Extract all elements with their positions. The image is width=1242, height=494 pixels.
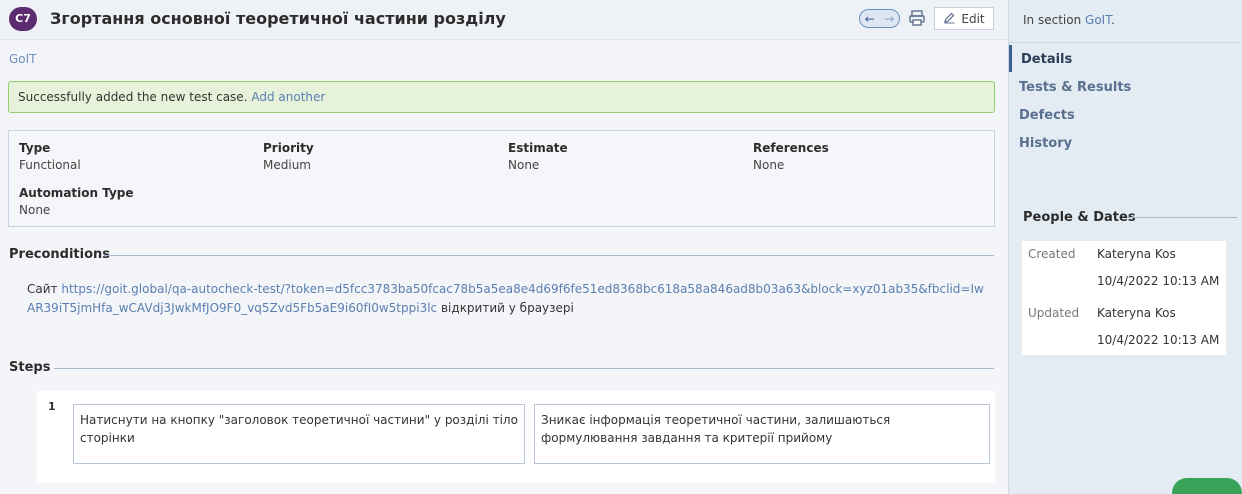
- case-header: C7 Згортання основної теоретичної частин…: [0, 0, 1008, 40]
- alert-message: Successfully added the new test case.: [18, 90, 248, 104]
- preconditions-heading: Preconditions: [9, 247, 111, 262]
- arrow-left-icon[interactable]: ←: [865, 13, 875, 25]
- arrow-right-icon[interactable]: →: [884, 13, 894, 25]
- printer-icon[interactable]: [908, 9, 926, 27]
- prop-value: Functional: [19, 158, 81, 172]
- prop-estimate: Estimate None: [508, 141, 568, 172]
- breadcrumb-link[interactable]: GoIT: [9, 52, 37, 66]
- in-section-dot: .: [1111, 13, 1115, 27]
- in-section-label: In section: [1023, 13, 1082, 27]
- edit-button[interactable]: Edit: [934, 7, 994, 30]
- prop-priority: Priority Medium: [263, 141, 314, 172]
- steps-heading: Steps: [9, 360, 51, 375]
- page-title: Згортання основної теоретичної частини р…: [50, 9, 506, 28]
- sidebar-item-defects[interactable]: Defects: [1019, 108, 1075, 123]
- active-tab-indicator: [1009, 45, 1012, 72]
- updated-by: Kateryna Kos: [1097, 306, 1176, 320]
- in-section-link[interactable]: GoIT: [1085, 13, 1111, 27]
- properties-panel: Type Functional Priority Medium Estimate…: [8, 130, 995, 227]
- precondition-prefix: Сайт: [27, 282, 58, 296]
- prop-value: Medium: [263, 158, 311, 172]
- steps-divider: [54, 368, 994, 369]
- step-number: 1: [48, 400, 56, 413]
- prev-next-nav: ← →: [859, 9, 900, 28]
- step-expected-result: Зникає інформація теоретичної частини, з…: [534, 404, 990, 464]
- updated-at: 10/4/2022 10:13 AM: [1097, 333, 1220, 347]
- add-another-link[interactable]: Add another: [251, 90, 325, 104]
- sidebar-item-history[interactable]: History: [1019, 136, 1072, 151]
- prop-key: Estimate: [508, 141, 568, 155]
- prop-key: Automation Type: [19, 186, 134, 200]
- created-at: 10/4/2022 10:13 AM: [1097, 274, 1220, 288]
- prop-references: References None: [753, 141, 829, 172]
- prop-key: Priority: [263, 141, 314, 155]
- pencil-icon: [943, 11, 956, 27]
- people-dates-card: Created Kateryna Kos 10/4/2022 10:13 AM …: [1022, 241, 1226, 355]
- sidebar-item-tests-results[interactable]: Tests & Results: [1019, 80, 1131, 95]
- chat-widget-icon[interactable]: [1172, 478, 1242, 494]
- preconditions-text: Сайт https://goit.global/qa-autocheck-te…: [27, 280, 992, 318]
- sidebar: In section GoIT. Details Tests & Results…: [1008, 0, 1242, 494]
- sidebar-divider: [1009, 42, 1242, 43]
- prop-automation-type: Automation Type None: [19, 186, 134, 217]
- prop-value: None: [19, 203, 51, 217]
- created-label: Created: [1028, 247, 1076, 261]
- prop-key: Type: [19, 141, 51, 155]
- people-dates-heading: People & Dates: [1023, 210, 1136, 225]
- created-by: Kateryna Kos: [1097, 247, 1176, 261]
- sidebar-item-details[interactable]: Details: [1021, 52, 1072, 67]
- precondition-suffix: відкритий у браузері: [440, 301, 574, 315]
- preconditions-divider: [104, 255, 994, 256]
- success-alert: Successfully added the new test case. Ad…: [8, 81, 995, 113]
- prop-type: Type Functional: [19, 141, 81, 172]
- main-panel: C7 Згортання основної теоретичної частин…: [0, 0, 1008, 494]
- people-dates-divider: [1127, 217, 1237, 218]
- prop-value: None: [753, 158, 785, 172]
- edit-label: Edit: [961, 11, 985, 26]
- prop-value: None: [508, 158, 540, 172]
- prop-key: References: [753, 141, 829, 155]
- case-id-badge: C7: [9, 7, 37, 31]
- in-section-info: In section GoIT.: [1023, 13, 1115, 27]
- updated-label: Updated: [1028, 306, 1080, 320]
- step-action: Натиснути на кнопку "заголовок теоретичн…: [73, 404, 525, 464]
